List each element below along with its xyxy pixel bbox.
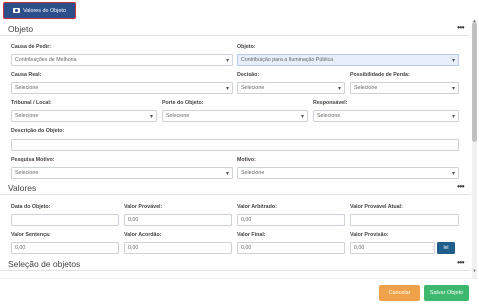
possibilidade-perda-label: Possibilidade de Perda: [350, 72, 410, 78]
valor-provavel-atual-label: Valor Provável Atual: [350, 204, 403, 210]
tab-label: Valores do Objeto [23, 7, 66, 14]
valor-sentenca-input[interactable]: 0,00 [11, 242, 119, 254]
objeto-section-title: Objeto [8, 24, 34, 34]
valor-provavel-atual-input[interactable] [350, 214, 459, 226]
valor-acordao-input[interactable]: 0,00 [124, 242, 232, 254]
tribunal-local-select[interactable]: Selecione [11, 110, 157, 122]
data-objeto-input[interactable] [11, 214, 119, 226]
decisao-label: Decisão: [237, 72, 260, 78]
causa-real-label: Causa Real: [11, 72, 42, 78]
causa-pedir-select[interactable]: Contribuições de Melhoria [11, 54, 233, 66]
responsavel-label: Responsável: [313, 100, 348, 106]
top-bar: Valores do Objeto [0, 0, 479, 20]
valor-arbitrado-label: Valor Arbitrado: [237, 204, 277, 210]
valores-menu-icon[interactable]: ••• [457, 182, 464, 191]
tribunal-local-label: Tribunal / Local: [11, 100, 52, 106]
selecao-menu-icon[interactable]: ••• [457, 258, 464, 267]
objeto-label: Objeto: [237, 44, 256, 50]
valor-arbitrado-input[interactable]: 0,00 [237, 214, 345, 226]
causa-pedir-label: Causa de Pedir: [11, 44, 52, 50]
pesquisa-motivo-label: Pesquisa Motivo: [11, 157, 55, 163]
descricao-input[interactable] [11, 139, 459, 151]
camera-icon [13, 8, 21, 13]
porte-objeto-select[interactable]: Selecione [162, 110, 308, 122]
valor-acordao-label: Valor Acordão: [124, 232, 162, 238]
scrollbar-thumb[interactable] [472, 22, 477, 142]
responsavel-select[interactable]: Selecione [313, 110, 459, 122]
motivo-label: Motivo: [237, 157, 256, 163]
scroll-down-icon[interactable]: ▼ [472, 268, 477, 273]
descricao-label: Descrição do Objeto: [11, 128, 65, 134]
valor-provisao-input[interactable]: 0,00 [350, 242, 435, 254]
objeto-select[interactable]: Contribuição para a Iluminação Pública [237, 54, 459, 66]
valor-provavel-label: Valor Provável: [124, 204, 163, 210]
objeto-section-header: Objeto ••• [0, 23, 470, 36]
valor-final-label: Valor Final: [237, 232, 266, 238]
valores-section-header: Valores ••• [0, 182, 470, 195]
valor-final-input[interactable]: 0,00 [237, 242, 345, 254]
calculate-provisao-button[interactable]: lel [437, 242, 455, 254]
objeto-menu-icon[interactable]: ••• [457, 23, 464, 32]
valores-do-objeto-tab[interactable]: Valores do Objeto [3, 2, 76, 19]
pesquisa-motivo-select[interactable]: Selecione [11, 167, 233, 179]
valor-provisao-label: Valor Provisão: [350, 232, 389, 238]
motivo-select[interactable]: Selecione [237, 167, 459, 179]
selecao-section-title: Seleção de objetos [8, 259, 81, 269]
scroll-up-icon[interactable]: ▲ [472, 18, 477, 23]
valor-sentenca-label: Valor Sentença: [11, 232, 51, 238]
selecao-section-header: Seleção de objetos ••• [0, 258, 470, 271]
porte-objeto-label: Porte do Objeto: [162, 100, 204, 106]
cancel-button[interactable]: Cancelar [379, 285, 420, 301]
save-object-button[interactable]: Salvar Objeto [424, 285, 469, 301]
decisao-select[interactable]: Selecione [237, 82, 345, 94]
valores-section-title: Valores [8, 183, 37, 193]
causa-real-select[interactable]: Selecione [11, 82, 233, 94]
valor-provavel-input[interactable]: 0,00 [124, 214, 232, 226]
data-objeto-label: Data do Objeto: [11, 204, 51, 210]
possibilidade-perda-select[interactable]: Selecione [350, 82, 459, 94]
